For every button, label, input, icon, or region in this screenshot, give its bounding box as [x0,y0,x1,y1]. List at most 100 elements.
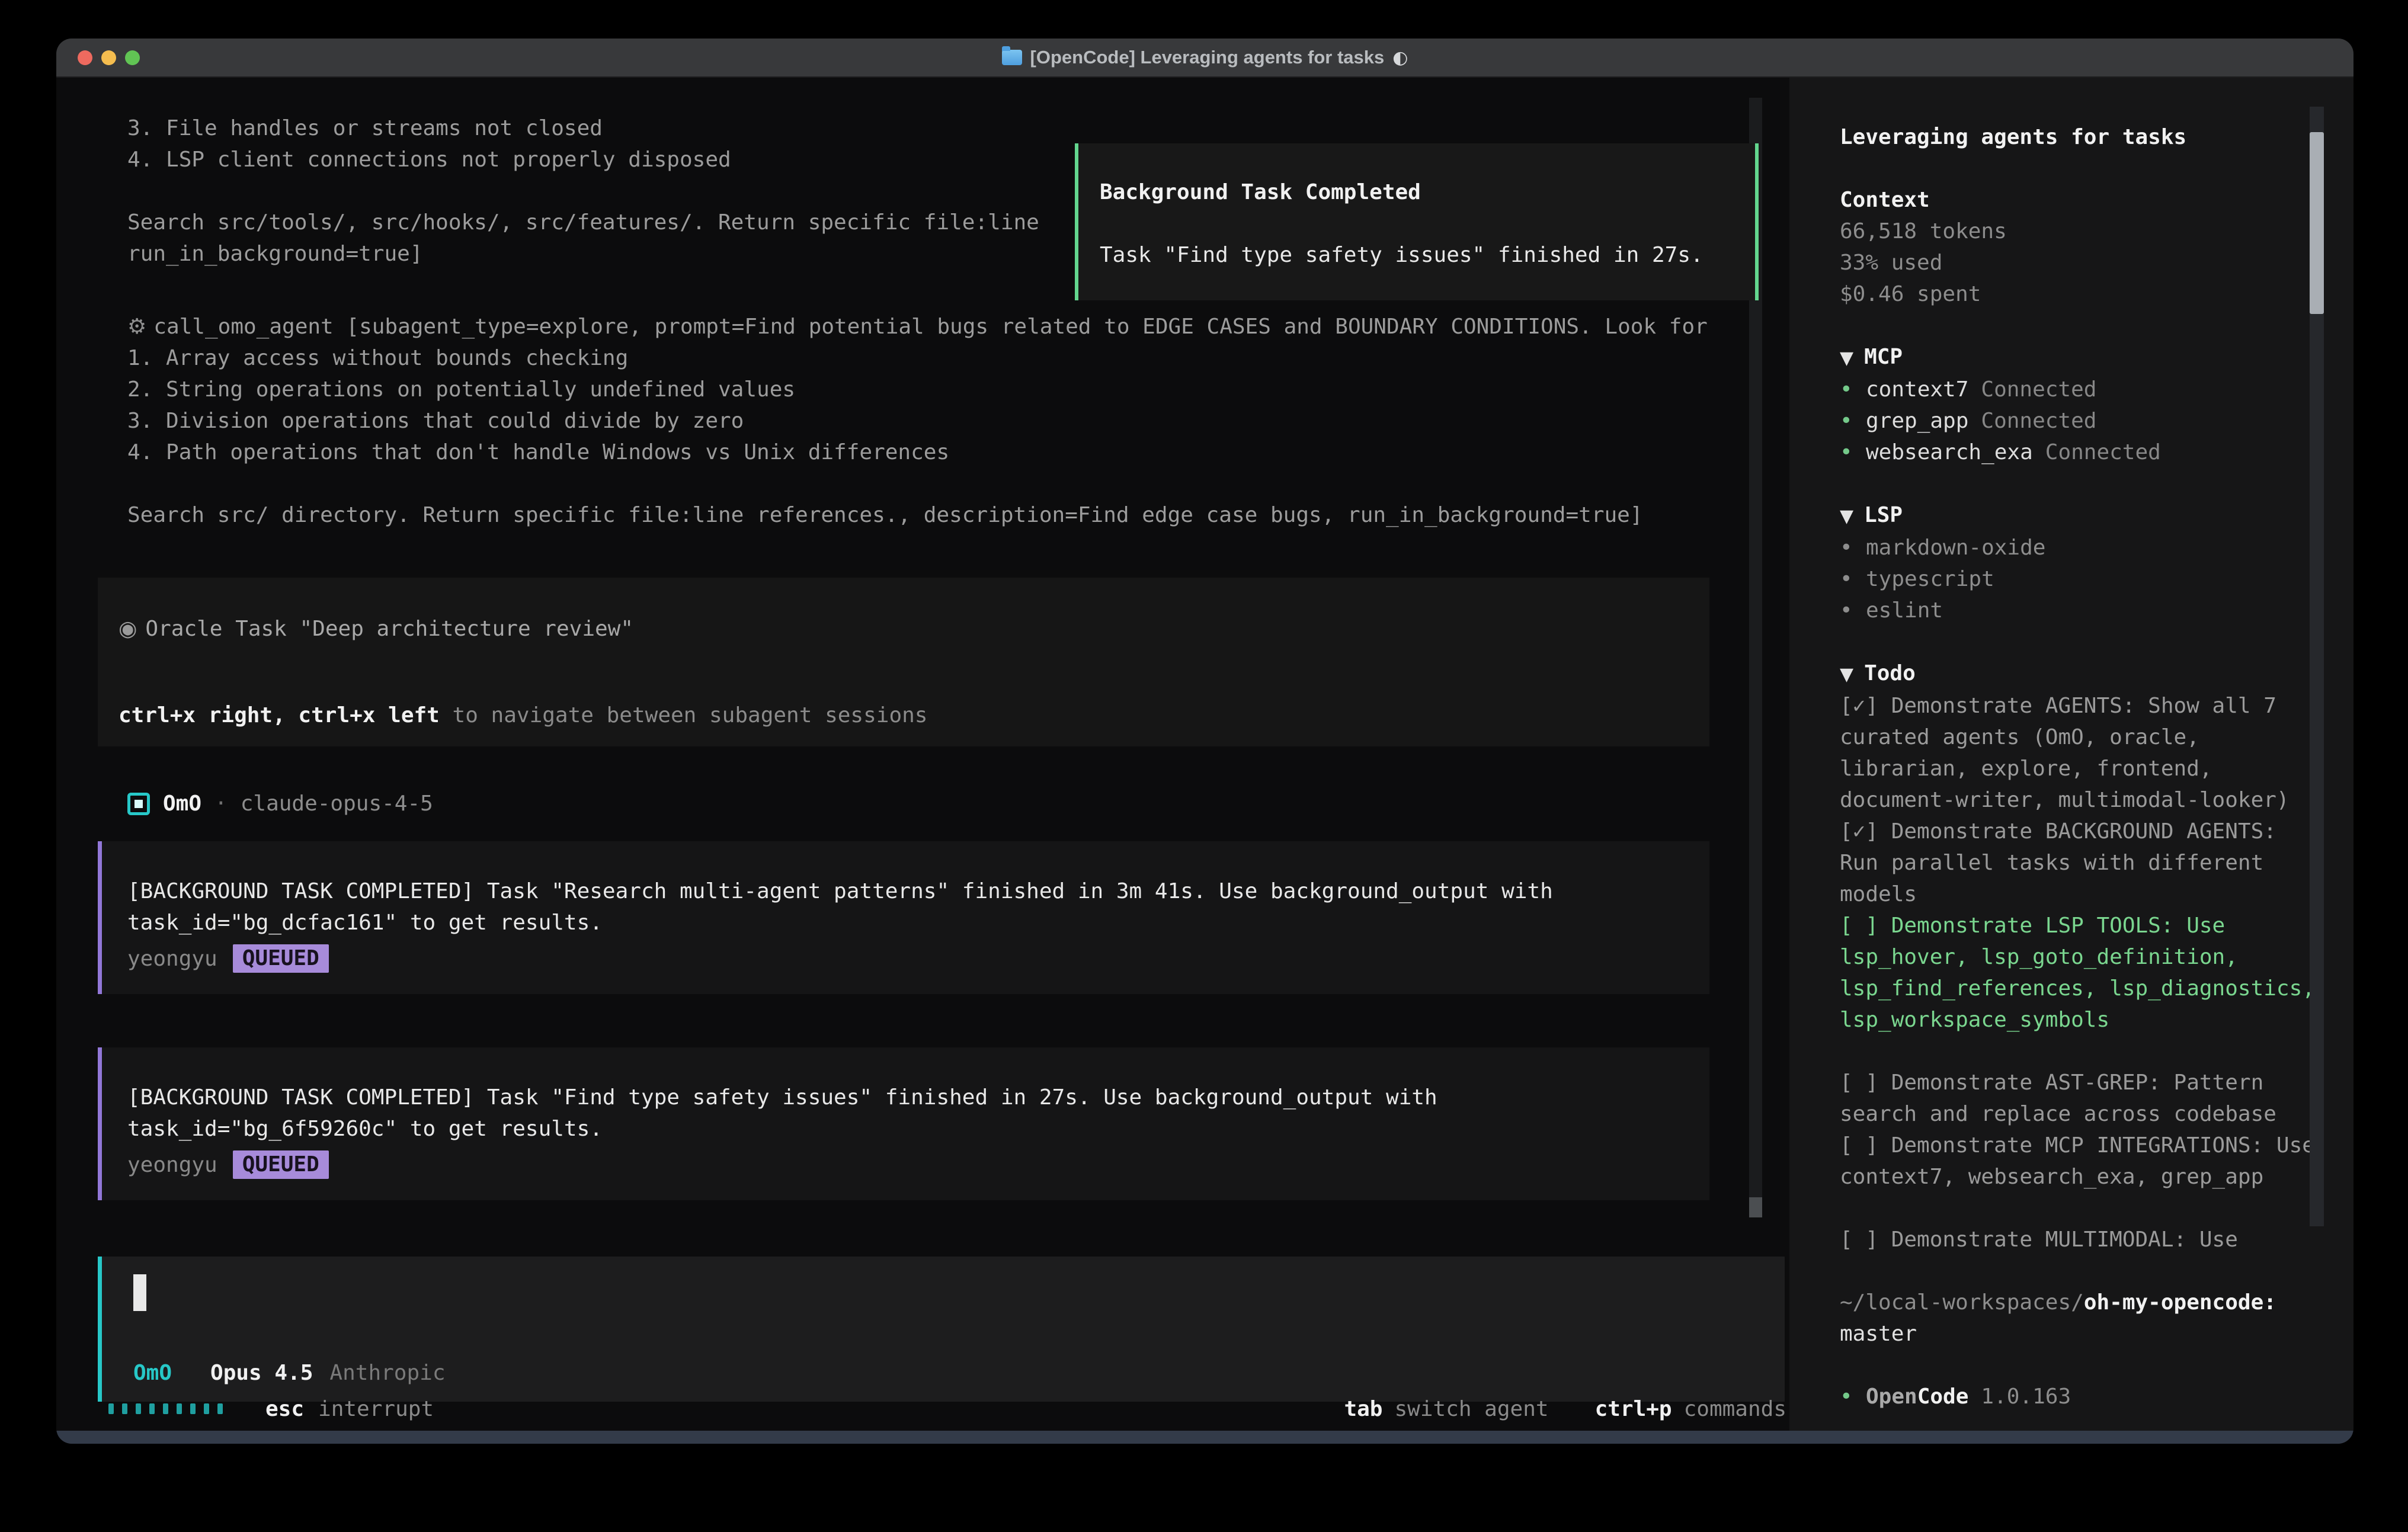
mcp-item-name: grep_app [1866,405,1968,437]
chevron-down-icon: ▼ [1840,348,1853,368]
todo-item: [ ] Demonstrate LSP TOOLS: Use lsp_hover… [1840,910,2326,1036]
window-bottom-edge [56,1431,2353,1444]
switch-agent-label: switch agent [1394,1397,1548,1421]
app-version: 1.0.163 [1981,1381,2071,1412]
terminal-window: [OpenCode] Leveraging agents for tasks ◐… [56,39,2353,1444]
task-message-line: [BACKGROUND TASK COMPLETED] Task "Find t… [127,1082,1674,1113]
mcp-item: •grep_app Connected [1840,405,2353,437]
session-title: Leveraging agents for tasks [1840,121,2353,153]
todo-item: [✓] Demonstrate AGENTS: Show all 7 curat… [1840,690,2326,816]
background-task-message: [BACKGROUND TASK COMPLETED] Task "Resear… [98,841,1709,994]
record-circle-icon: ◉ [119,617,137,641]
lsp-item-name: markdown-oxide [1866,532,2045,563]
bullet-icon: • [1840,532,1866,563]
main-scrollbar-thumb[interactable] [1749,1197,1762,1217]
sidebar-scrollbar-thumb[interactable] [2310,132,2324,314]
task-message-line: task_id="bg_dcfac161" to get results. [127,907,1674,938]
bullet-icon: • [1840,374,1866,405]
terminal-line: 3. File handles or streams not closed [98,113,1789,144]
mcp-section-header[interactable]: ▼ MCP [1840,341,2353,374]
oracle-task-title-line: ◉Oracle Task "Deep architecture review" [119,613,1709,645]
tool-call-text: call_omo_agent [subagent_type=explore, p… [153,315,1708,339]
bullet-icon: • [1840,563,1866,595]
chevron-down-icon: ▼ [1840,506,1853,527]
mcp-item-status: Connected [2045,437,2161,468]
bullet-icon: • [1840,1381,1866,1412]
lsp-section-header[interactable]: ▼ LSP [1840,499,2353,532]
task-user: yeongyu [127,1153,217,1177]
background-task-message: [BACKGROUND TASK COMPLETED] Task "Find t… [98,1047,1709,1200]
input-provider-name: Anthropic [329,1360,445,1387]
sidebar-scrollbar[interactable] [2310,107,2324,1226]
agent-name: OmO [163,788,201,819]
task-message-line: [BACKGROUND TASK COMPLETED] Task "Resear… [127,876,1674,907]
prompt-input[interactable]: OmO Opus 4.5 Anthropic [98,1257,1785,1402]
folder-icon [1002,50,1022,65]
mcp-item-name: context7 [1866,374,1968,405]
context-heading: Context [1840,184,2353,216]
switch-agent-hint: tab switch agent [1344,1397,1548,1421]
window-titlebar: [OpenCode] Leveraging agents for tasks ◐ [56,39,2353,78]
context-spent: $0.46 spent [1840,278,2353,310]
agent-header: OmO · claude-opus-4-5 [98,788,1789,819]
mcp-item: •context7 Connected [1840,374,2353,405]
commands-hint: ctrl+p commands [1595,1397,1786,1421]
status-badge: QUEUED [233,1150,329,1179]
mcp-item-name: websearch_exa [1866,437,2033,468]
half-circle-icon: ◐ [1392,47,1408,68]
mcp-item-status: Connected [1981,374,2096,405]
workspace-path-prefix: ~/local-workspaces/ [1840,1290,2084,1315]
workspace-path: ~/local-workspaces/oh-my-opencode: [1840,1287,2353,1318]
text-cursor [133,1274,146,1311]
interrupt-label: interrupt [318,1397,434,1421]
todo-item: [✓] Demonstrate BACKGROUND AGENTS: Run p… [1840,816,2326,910]
bullet-icon: • [1840,437,1866,468]
lsp-item: •markdown-oxide [1840,532,2353,563]
todo-item: [ ] Demonstrate AST-GREP: Pattern search… [1840,1067,2326,1130]
window-title: [OpenCode] Leveraging agents for tasks ◐ [56,47,2353,68]
workspace-branch: master [1840,1318,2353,1350]
input-meta: OmO Opus 4.5 Anthropic [133,1360,446,1387]
gear-icon: ⚙ [127,315,146,339]
toast-body: Task "Find type safety issues" finished … [1100,239,1755,271]
task-message-meta: yeongyu QUEUED [127,944,1674,973]
terminal-line: 2. String operations on potentially unde… [98,374,1789,405]
task-user: yeongyu [127,947,217,971]
status-bar: esc interrupt tab switch agent ctrl+p co… [108,1395,1786,1422]
todo-heading-label: Todo [1864,661,1916,685]
bullet-icon: • [1840,595,1866,626]
terminal-line: 4. Path operations that don't handle Win… [98,437,1789,468]
tool-call-line: ⚙ call_omo_agent [subagent_type=explore, … [98,311,1789,342]
version-line: •OpenCode 1.0.163 [1840,1381,2353,1412]
subagent-navigation-hint: ctrl+x right, ctrl+x left to navigate be… [119,700,1709,731]
terminal-blank-line [98,468,1789,499]
lsp-item-name: typescript [1866,563,1994,595]
lsp-item: •typescript [1840,563,2353,595]
terminal-line: 3. Division operations that could divide… [98,405,1789,437]
background-task-toast[interactable]: Background Task Completed Task "Find typ… [1075,143,1759,300]
status-badge: QUEUED [233,944,329,973]
lsp-heading-label: LSP [1864,503,1903,527]
workspace-path-name: oh-my-opencode: [2084,1290,2276,1315]
shortcut-hints: tab switch agent ctrl+p commands [1344,1397,1786,1421]
todo-item: [ ] Demonstrate MULTIMODAL: Use [1840,1224,2326,1255]
oracle-task-panel: ◉Oracle Task "Deep architecture review" … [98,578,1709,746]
mcp-item: •websearch_exa Connected [1840,437,2353,468]
terminal-line: Search src/ directory. Return specific f… [98,499,1789,531]
todo-item: [ ] Demonstrate MCP INTEGRATIONS: Use co… [1840,1130,2326,1193]
toast-title: Background Task Completed [1100,177,1755,208]
context-tokens: 66,518 tokens [1840,216,2353,247]
todo-section-header[interactable]: ▼Todo [1840,658,2353,690]
task-message-meta: yeongyu QUEUED [127,1150,1674,1179]
esc-key-label: esc [265,1397,304,1421]
hint-text: to navigate between subagent sessions [440,703,928,727]
mcp-heading-label: MCP [1864,345,1903,369]
interrupt-hint: esc interrupt [265,1397,434,1421]
session-sidebar: Leveraging agents for tasks Context 66,5… [1789,78,2353,1431]
bullet-icon: • [1840,405,1866,437]
app-name-open: Open [1866,1381,1917,1412]
hint-shortcut-keys: ctrl+x right, ctrl+x left [119,703,440,727]
app-name-code: Code [1917,1381,1969,1412]
commands-label: commands [1684,1397,1786,1421]
mcp-item-status: Connected [1981,405,2096,437]
